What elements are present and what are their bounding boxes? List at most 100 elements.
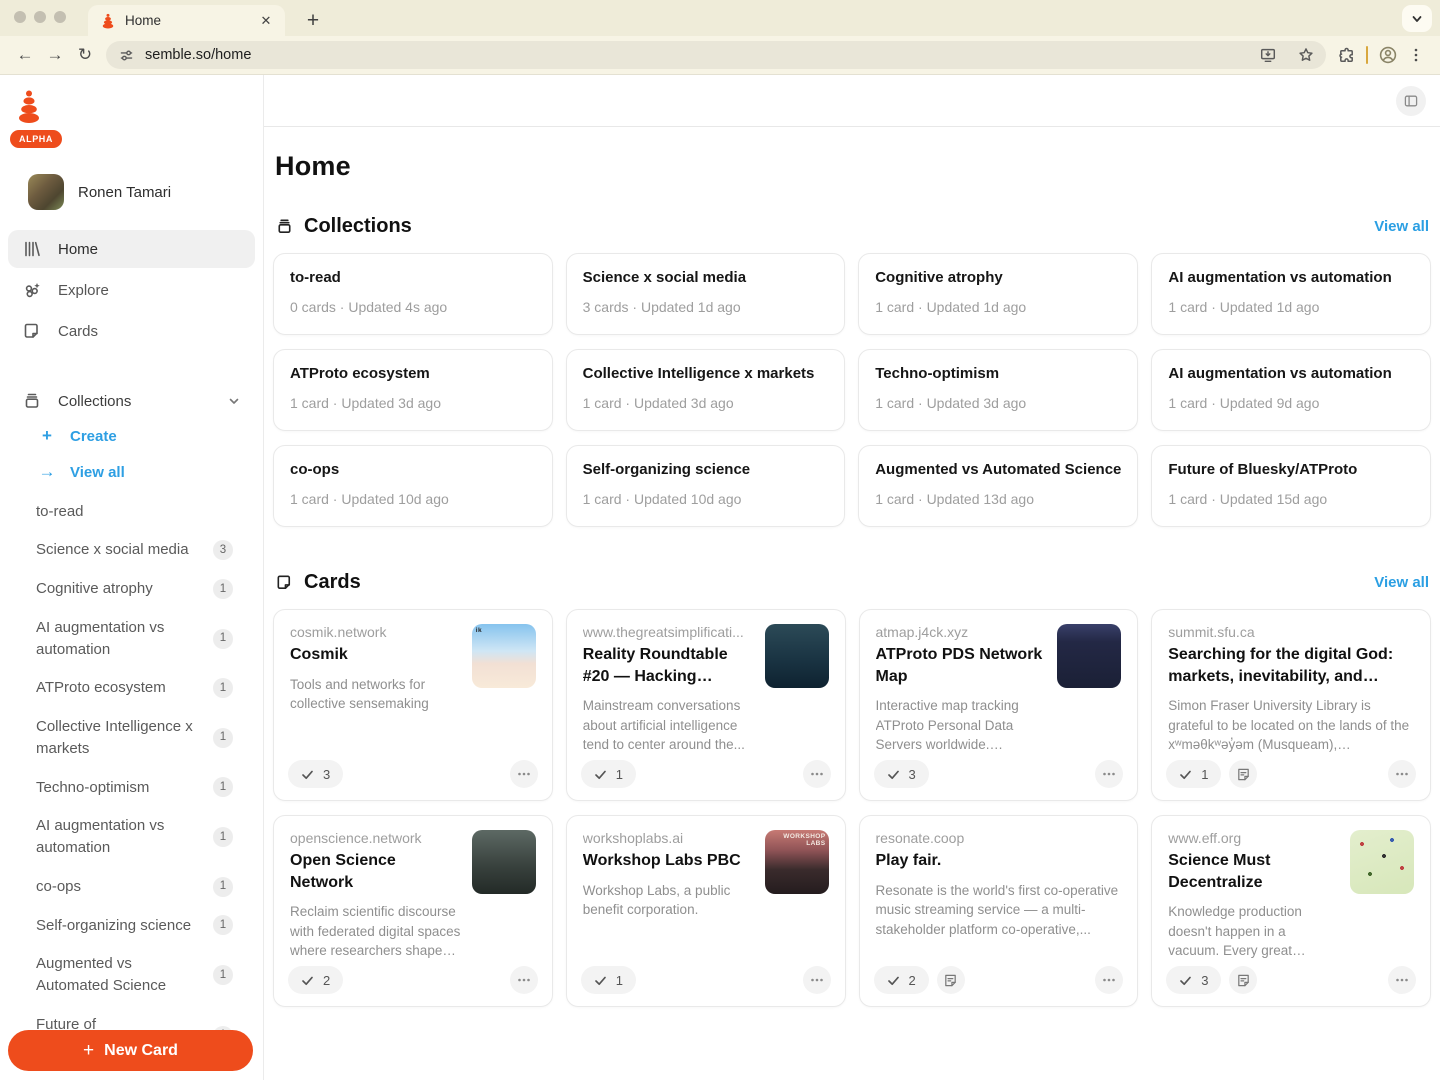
extensions-puzzle-icon[interactable] [1332, 41, 1360, 69]
check-count-pill[interactable]: 1 [581, 966, 636, 994]
window-zoom-button[interactable] [54, 11, 66, 23]
reload-button[interactable]: ↻ [70, 40, 100, 70]
card-menu-button[interactable] [1095, 760, 1123, 788]
check-icon [594, 768, 607, 781]
collection-card[interactable]: Cognitive atrophy 1 card · Updated 1d ag… [858, 253, 1138, 335]
card-menu-button[interactable] [1095, 966, 1123, 994]
cards-view-all-link[interactable]: View all [1374, 574, 1429, 591]
collection-card[interactable]: AI augmentation vs automation 1 card · U… [1151, 349, 1431, 431]
collection-card[interactable]: Collective Intelligence x markets 1 card… [566, 349, 846, 431]
browser-tabstrip: Home ✕ + [0, 0, 1440, 36]
user-profile[interactable]: Ronen Tamari [28, 174, 263, 210]
cards-grid: cosmik.network Cosmik Tools and networks… [273, 609, 1431, 1007]
check-count: 3 [1201, 973, 1208, 988]
ellipsis-icon [809, 766, 825, 782]
sidebar-collection-item[interactable]: AI augmentation vs automation 1 [8, 807, 255, 868]
sidebar-collection-item[interactable]: Techno-optimism 1 [8, 768, 255, 807]
card-title: Science Must Decentralize [1168, 850, 1340, 893]
create-collection-link[interactable]: + Create [8, 418, 255, 454]
check-count-pill[interactable]: 1 [581, 760, 636, 788]
collections-view-all-link[interactable]: View all [1374, 218, 1429, 235]
sidebar-collection-item[interactable]: Collective Intelligence x markets 1 [8, 708, 255, 769]
card-menu-button[interactable] [1388, 760, 1416, 788]
check-count-pill[interactable]: 1 [1166, 760, 1221, 788]
card[interactable]: summit.sfu.ca Searching for the digital … [1151, 609, 1431, 801]
collection-card[interactable]: Self-organizing science 1 card · Updated… [566, 445, 846, 527]
alpha-badge: ALPHA [10, 130, 62, 148]
card-menu-button[interactable] [510, 760, 538, 788]
sidebar-collection-item[interactable]: Science x social media 3 [8, 531, 255, 570]
note-icon-button[interactable] [1229, 760, 1257, 788]
address-bar[interactable]: semble.so/home [106, 41, 1326, 69]
sidebar-collection-item[interactable]: Cognitive atrophy 1 [8, 570, 255, 609]
collection-card[interactable]: AI augmentation vs automation 1 card · U… [1151, 253, 1431, 335]
card-menu-button[interactable] [1388, 966, 1416, 994]
sidebar-item-home[interactable]: Home [8, 230, 255, 268]
back-button[interactable]: ← [10, 40, 40, 70]
check-count-pill[interactable]: 3 [288, 760, 343, 788]
card-title: Reality Roundtable #20 — Hacking Human..… [583, 644, 755, 687]
sidebar-item-cards[interactable]: Cards [8, 312, 255, 350]
card[interactable]: resonate.coop Play fair. Resonate is the… [859, 815, 1139, 1007]
card[interactable]: workshoplabs.ai Workshop Labs PBC Worksh… [566, 815, 846, 1007]
card-note-icon [275, 573, 294, 592]
collection-card[interactable]: Augmented vs Automated Science 1 card · … [858, 445, 1138, 527]
toolbar-divider [1366, 46, 1368, 64]
collection-card[interactable]: ATProto ecosystem 1 card · Updated 3d ag… [273, 349, 553, 431]
install-app-icon[interactable] [1254, 41, 1282, 69]
sidebar-collection-item[interactable]: AI augmentation vs automation 1 [8, 608, 255, 669]
card-description: Resonate is the world's first co-operati… [876, 881, 1122, 940]
card[interactable]: atmap.j4ck.xyz ATProto PDS Network Map I… [859, 609, 1139, 801]
collection-card-meta: 3 cards · Updated 1d ago [583, 299, 829, 315]
note-icon-button[interactable] [1229, 966, 1257, 994]
sidebar-collection-item[interactable]: Self-organizing science 1 [8, 906, 255, 945]
card-description: Mainstream conversations about artificia… [583, 696, 755, 755]
sidebar-collection-label: AI augmentation vs automation [36, 815, 213, 859]
check-count-pill[interactable]: 2 [288, 966, 343, 994]
collection-card[interactable]: Future of Bluesky/ATProto 1 card · Updat… [1151, 445, 1431, 527]
collection-card[interactable]: Techno-optimism 1 card · Updated 3d ago [858, 349, 1138, 431]
bookmark-star-icon[interactable] [1292, 41, 1320, 69]
window-controls[interactable] [14, 11, 66, 23]
card-menu-button[interactable] [510, 966, 538, 994]
sidebar-collection-item[interactable]: to-read [8, 492, 255, 531]
window-minimize-button[interactable] [34, 11, 46, 23]
sidebar-item-label: Explore [58, 282, 109, 299]
view-all-collections-link[interactable]: → View all [8, 454, 255, 490]
sidebar-collection-item[interactable]: Augmented vs Automated Science 1 [8, 945, 255, 1006]
sidebar-collection-label: ATProto ecosystem [36, 677, 213, 699]
new-tab-button[interactable]: + [300, 8, 326, 34]
tab-close-icon[interactable]: ✕ [257, 12, 275, 30]
card[interactable]: openscience.network Open Science Network… [273, 815, 553, 1007]
browser-tab[interactable]: Home ✕ [88, 5, 285, 36]
sidebar-collection-item[interactable]: co-ops 1 [8, 867, 255, 906]
profile-avatar-icon[interactable] [1374, 41, 1402, 69]
check-count-pill[interactable]: 3 [874, 760, 929, 788]
note-icon-button[interactable] [937, 966, 965, 994]
new-card-button[interactable]: + New Card [8, 1030, 253, 1071]
collection-card[interactable]: Science x social media 3 cards · Updated… [566, 253, 846, 335]
sidebar-collection-item[interactable]: ATProto ecosystem 1 [8, 669, 255, 708]
collection-card[interactable]: co-ops 1 card · Updated 10d ago [273, 445, 553, 527]
collection-card[interactable]: to-read 0 cards · Updated 4s ago [273, 253, 553, 335]
url-text[interactable]: semble.so/home [145, 47, 1244, 63]
panel-toggle-button[interactable] [1396, 86, 1426, 116]
tab-search-button[interactable] [1402, 5, 1432, 32]
site-settings-icon[interactable] [118, 47, 135, 64]
check-count-pill[interactable]: 3 [1166, 966, 1221, 994]
card[interactable]: cosmik.network Cosmik Tools and networks… [273, 609, 553, 801]
collection-card-title: Science x social media [583, 269, 829, 286]
forward-button[interactable]: → [40, 40, 70, 70]
sidebar-collections-header[interactable]: Collections [8, 384, 255, 418]
browser-menu-kebab-icon[interactable] [1402, 41, 1430, 69]
sidebar-item-explore[interactable]: Explore [8, 271, 255, 309]
window-close-button[interactable] [14, 11, 26, 23]
thumbnail-text: WORKSHOP LABS [769, 833, 826, 847]
card[interactable]: www.thegreatsimplificati... Reality Roun… [566, 609, 846, 801]
check-count-pill[interactable]: 2 [874, 966, 929, 994]
card-menu-button[interactable] [803, 966, 831, 994]
collection-card-meta: 1 card · Updated 3d ago [875, 395, 1121, 411]
card[interactable]: www.eff.org Science Must Decentralize Kn… [1151, 815, 1431, 1007]
semble-logo-cairn-icon[interactable] [14, 89, 44, 125]
card-menu-button[interactable] [803, 760, 831, 788]
